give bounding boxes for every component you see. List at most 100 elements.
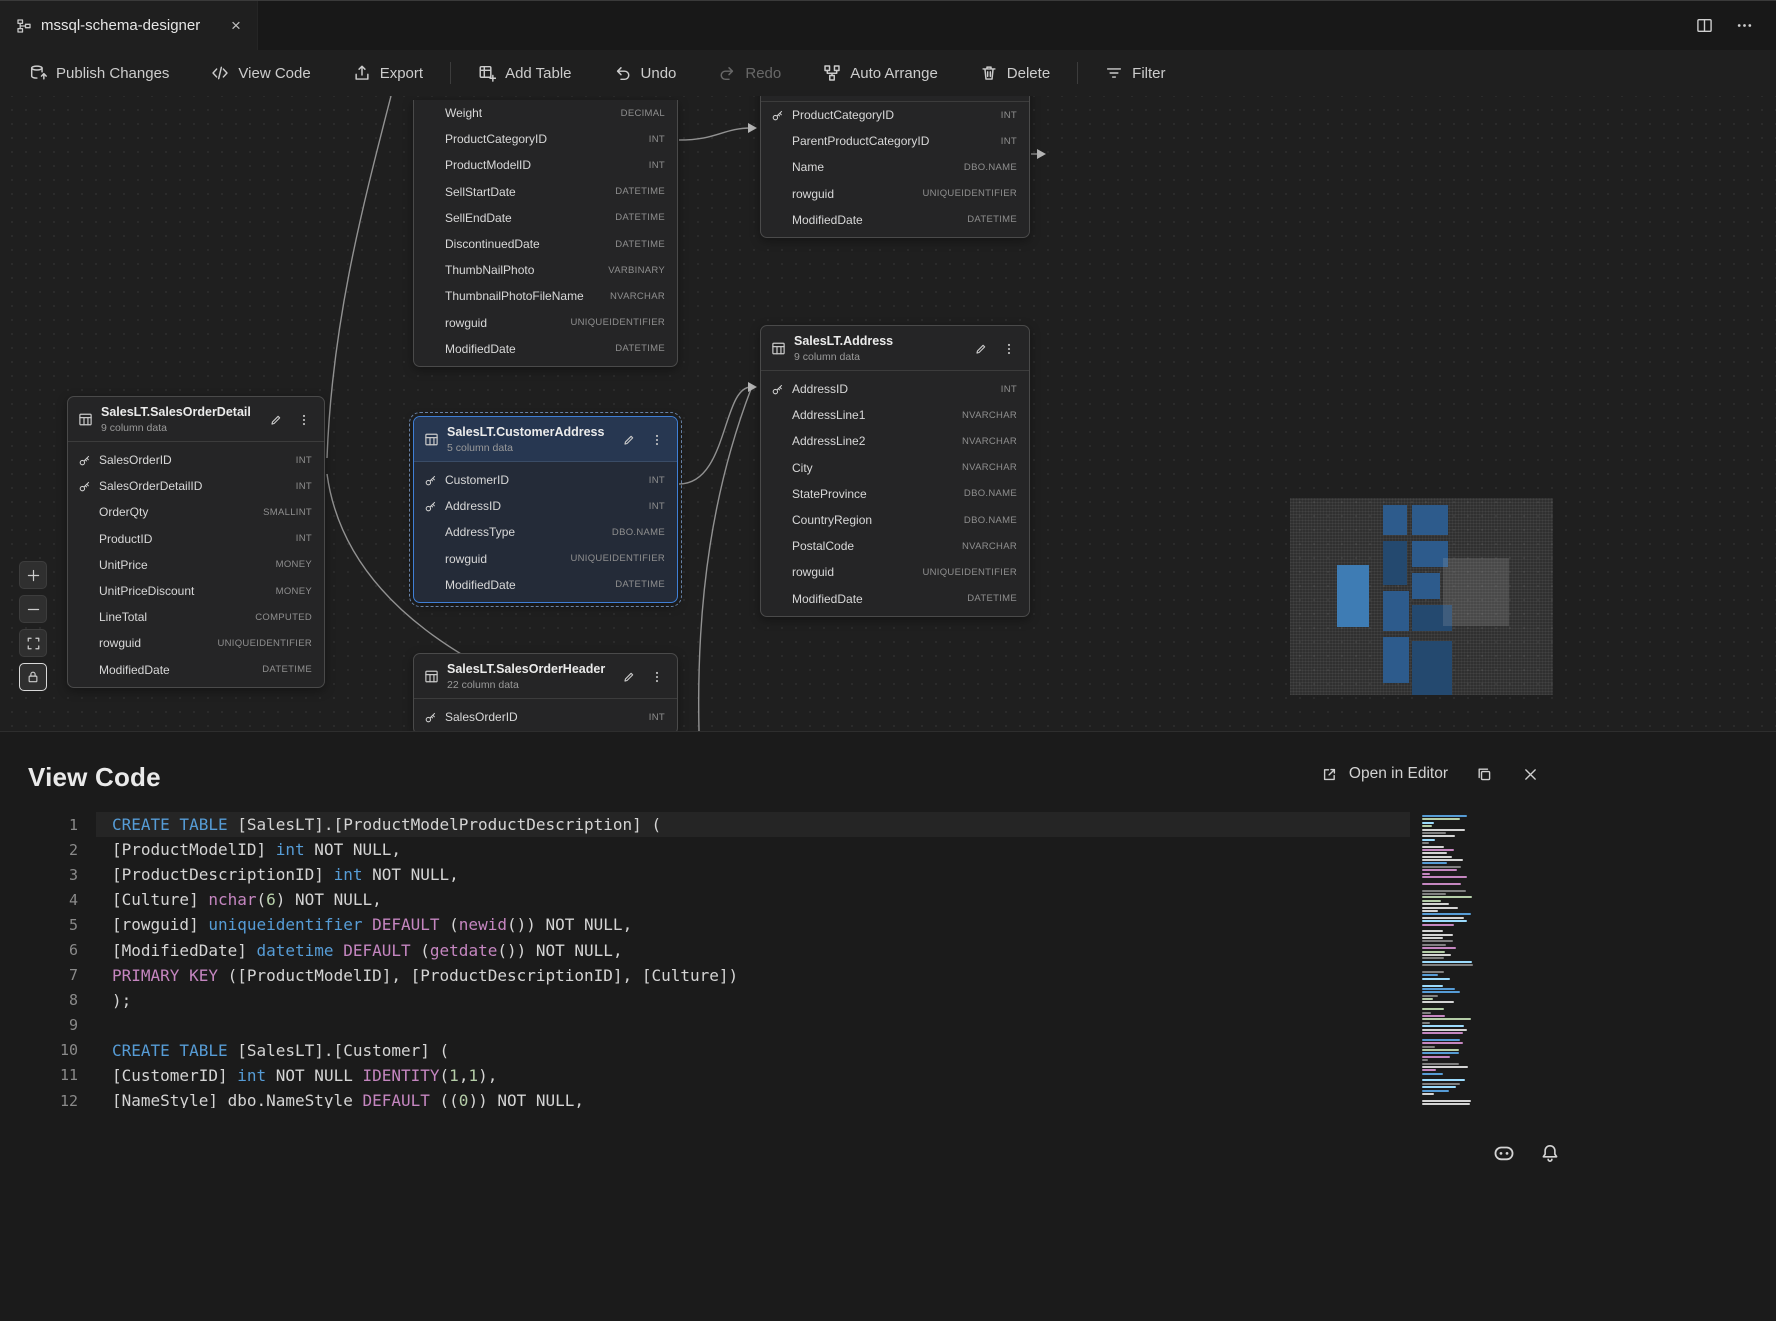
column-row-AddressType[interactable]: AddressTypeDBO.NAME bbox=[414, 519, 677, 545]
table-card-product-category[interactable]: 5 column dataProductCategoryIDINTParentP… bbox=[760, 96, 1030, 238]
more-actions-icon[interactable] bbox=[1732, 14, 1756, 38]
bell-icon[interactable] bbox=[1538, 1141, 1562, 1165]
column-row-AddressID[interactable]: AddressIDINT bbox=[761, 376, 1029, 402]
fit-view-button[interactable] bbox=[19, 629, 47, 657]
column-row-SalesOrderID[interactable]: SalesOrderIDINT bbox=[414, 704, 677, 730]
table-menu-icon[interactable] bbox=[647, 430, 667, 450]
column-row-ModifiedDate[interactable]: ModifiedDateDATETIME bbox=[414, 336, 677, 362]
zoom-out-button[interactable] bbox=[19, 595, 47, 623]
column-row-rowguid[interactable]: rowguidUNIQUEIDENTIFIER bbox=[761, 181, 1029, 207]
edit-table-icon[interactable] bbox=[619, 430, 639, 450]
tab-mssql-schema-designer[interactable]: mssql-schema-designer × bbox=[0, 1, 258, 50]
open-in-editor-button[interactable]: Open in Editor bbox=[1320, 764, 1448, 784]
table-card-header[interactable]: SalesLT.Address9 column data bbox=[761, 326, 1029, 371]
edit-table-icon[interactable] bbox=[266, 410, 286, 430]
column-row-SalesOrderID[interactable]: SalesOrderIDINT bbox=[68, 447, 324, 473]
column-row-ModifiedDate[interactable]: ModifiedDateDATETIME bbox=[761, 586, 1029, 612]
column-row-SalesOrderDetailID[interactable]: SalesOrderDetailIDINT bbox=[68, 473, 324, 499]
column-row-UnitPrice[interactable]: UnitPriceMONEY bbox=[68, 552, 324, 578]
column-row-ThumbNailPhoto[interactable]: ThumbNailPhotoVARBINARY bbox=[414, 257, 677, 283]
close-panel-icon[interactable] bbox=[1520, 764, 1540, 784]
close-tab-icon[interactable]: × bbox=[225, 15, 247, 37]
split-editor-icon[interactable] bbox=[1692, 14, 1716, 38]
table-card-sales-order-detail[interactable]: SalesLT.SalesOrderDetail9 column data Sal… bbox=[67, 396, 325, 688]
column-row-AddressID[interactable]: AddressIDINT bbox=[414, 493, 677, 519]
code-line-1[interactable]: 1CREATE TABLE [SalesLT].[ProductModelPro… bbox=[0, 812, 1410, 837]
edit-table-icon[interactable] bbox=[971, 339, 991, 359]
code-line-9[interactable]: 9 bbox=[0, 1013, 1410, 1038]
table-menu-icon[interactable] bbox=[647, 667, 667, 687]
toolbar-view-code-button[interactable]: View Code bbox=[190, 56, 331, 90]
column-row-DiscontinuedDate[interactable]: DiscontinuedDateDATETIME bbox=[414, 231, 677, 257]
column-row-ParentProductCategoryID[interactable]: ParentProductCategoryIDINT bbox=[761, 128, 1029, 154]
table-menu-icon[interactable] bbox=[294, 410, 314, 430]
column-row-rowguid[interactable]: rowguidUNIQUEIDENTIFIER bbox=[761, 559, 1029, 585]
column-row-SellStartDate[interactable]: SellStartDateDATETIME bbox=[414, 179, 677, 205]
minimap-line bbox=[1422, 896, 1472, 898]
column-row-CustomerID[interactable]: CustomerIDINT bbox=[414, 467, 677, 493]
column-row-rowguid[interactable]: rowguidUNIQUEIDENTIFIER bbox=[414, 310, 677, 336]
column-row-ProductID[interactable]: ProductIDINT bbox=[68, 526, 324, 552]
column-row-Name[interactable]: NameDBO.NAME bbox=[761, 154, 1029, 180]
code-editor[interactable]: 1CREATE TABLE [SalesLT].[ProductModelPro… bbox=[0, 812, 1410, 1108]
diagram-minimap[interactable] bbox=[1290, 498, 1553, 695]
column-row-ModifiedDate[interactable]: ModifiedDateDATETIME bbox=[68, 657, 324, 683]
column-row-ProductCategoryID[interactable]: ProductCategoryIDINT bbox=[414, 126, 677, 152]
minimap-table-rect bbox=[1412, 641, 1452, 695]
table-card-product[interactable]: WeightDECIMALProductCategoryIDINTProduct… bbox=[413, 100, 678, 367]
toolbar-export-button[interactable]: Export bbox=[332, 56, 444, 90]
code-line-5[interactable]: 5[rowguid] uniqueidentifier DEFAULT (new… bbox=[0, 912, 1410, 937]
column-row-StateProvince[interactable]: StateProvinceDBO.NAME bbox=[761, 481, 1029, 507]
toolbar-undo-button[interactable]: Undo bbox=[593, 56, 698, 90]
column-row-ModifiedDate[interactable]: ModifiedDateDATETIME bbox=[761, 207, 1029, 233]
code-line-2[interactable]: 2[ProductModelID] int NOT NULL, bbox=[0, 837, 1410, 862]
copilot-icon[interactable] bbox=[1492, 1141, 1516, 1165]
toolbar-auto-arrange-button[interactable]: Auto Arrange bbox=[802, 56, 959, 90]
column-row-AddressLine2[interactable]: AddressLine2NVARCHAR bbox=[761, 428, 1029, 454]
column-row-ProductModelID[interactable]: ProductModelIDINT bbox=[414, 152, 677, 178]
table-card-header[interactable]: SalesLT.CustomerAddress5 column data bbox=[414, 417, 677, 462]
column-row-Weight[interactable]: WeightDECIMAL bbox=[414, 100, 677, 126]
table-menu-icon[interactable] bbox=[999, 339, 1019, 359]
column-row-ProductCategoryID[interactable]: ProductCategoryIDINT bbox=[761, 102, 1029, 128]
code-line-12[interactable]: 12[NameStyle] dbo.NameStyle DEFAULT ((0)… bbox=[0, 1088, 1410, 1108]
code-line-4[interactable]: 4[Culture] nchar(6) NOT NULL, bbox=[0, 887, 1410, 912]
copy-code-icon[interactable] bbox=[1474, 764, 1494, 784]
code-line-8[interactable]: 8); bbox=[0, 988, 1410, 1013]
code-line-6[interactable]: 6[ModifiedDate] datetime DEFAULT (getdat… bbox=[0, 937, 1410, 962]
column-row-OrderQty[interactable]: OrderQtySMALLINT bbox=[68, 499, 324, 525]
toolbar-add-table-button[interactable]: Add Table bbox=[457, 56, 592, 90]
column-row-SellEndDate[interactable]: SellEndDateDATETIME bbox=[414, 205, 677, 231]
minimap-viewport[interactable] bbox=[1443, 558, 1509, 626]
lock-button[interactable] bbox=[19, 663, 47, 691]
column-row-rowguid[interactable]: rowguidUNIQUEIDENTIFIER bbox=[414, 546, 677, 572]
table-card-sales-order-header[interactable]: SalesLT.SalesOrderHeader22 column data Sa… bbox=[413, 653, 678, 731]
column-row-LineTotal[interactable]: LineTotalCOMPUTED bbox=[68, 604, 324, 630]
toolbar-filter-button[interactable]: Filter bbox=[1084, 56, 1186, 90]
code-line-11[interactable]: 11[CustomerID] int NOT NULL IDENTITY(1,1… bbox=[0, 1063, 1410, 1088]
column-row-CountryRegion[interactable]: CountryRegionDBO.NAME bbox=[761, 507, 1029, 533]
minimap-line bbox=[1422, 876, 1467, 878]
diagram-canvas[interactable]: WeightDECIMALProductCategoryIDINTProduct… bbox=[0, 96, 1776, 731]
column-row-City[interactable]: CityNVARCHAR bbox=[761, 455, 1029, 481]
column-row-UnitPriceDiscount[interactable]: UnitPriceDiscountMONEY bbox=[68, 578, 324, 604]
column-row-ModifiedDate[interactable]: ModifiedDateDATETIME bbox=[414, 572, 677, 598]
column-row-rowguid[interactable]: rowguidUNIQUEIDENTIFIER bbox=[68, 630, 324, 656]
code-line-3[interactable]: 3[ProductDescriptionID] int NOT NULL, bbox=[0, 862, 1410, 887]
column-row-PostalCode[interactable]: PostalCodeNVARCHAR bbox=[761, 533, 1029, 559]
table-card-header[interactable]: SalesLT.SalesOrderDetail9 column data bbox=[68, 397, 324, 442]
edit-table-icon[interactable] bbox=[619, 667, 639, 687]
zoom-in-button[interactable] bbox=[19, 561, 47, 589]
column-row-AddressLine1[interactable]: AddressLine1NVARCHAR bbox=[761, 402, 1029, 428]
column-row-ThumbnailPhotoFileName[interactable]: ThumbnailPhotoFileNameNVARCHAR bbox=[414, 283, 677, 309]
auto-arrange-icon bbox=[823, 64, 841, 82]
toolbar-publish-changes-button[interactable]: Publish Changes bbox=[8, 56, 190, 90]
code-line-10[interactable]: 10CREATE TABLE [SalesLT].[Customer] ( bbox=[0, 1038, 1410, 1063]
toolbar-delete-button[interactable]: Delete bbox=[959, 56, 1071, 90]
code-minimap[interactable] bbox=[1422, 813, 1482, 1107]
table-card-header[interactable]: SalesLT.SalesOrderHeader22 column data bbox=[414, 654, 677, 699]
table-card-address[interactable]: SalesLT.Address9 column data AddressIDINT… bbox=[760, 325, 1030, 617]
table-card-customer-address[interactable]: SalesLT.CustomerAddress5 column data Cust… bbox=[413, 416, 678, 603]
minimap-line bbox=[1422, 1032, 1463, 1034]
code-line-7[interactable]: 7PRIMARY KEY ([ProductModelID], [Product… bbox=[0, 963, 1410, 988]
